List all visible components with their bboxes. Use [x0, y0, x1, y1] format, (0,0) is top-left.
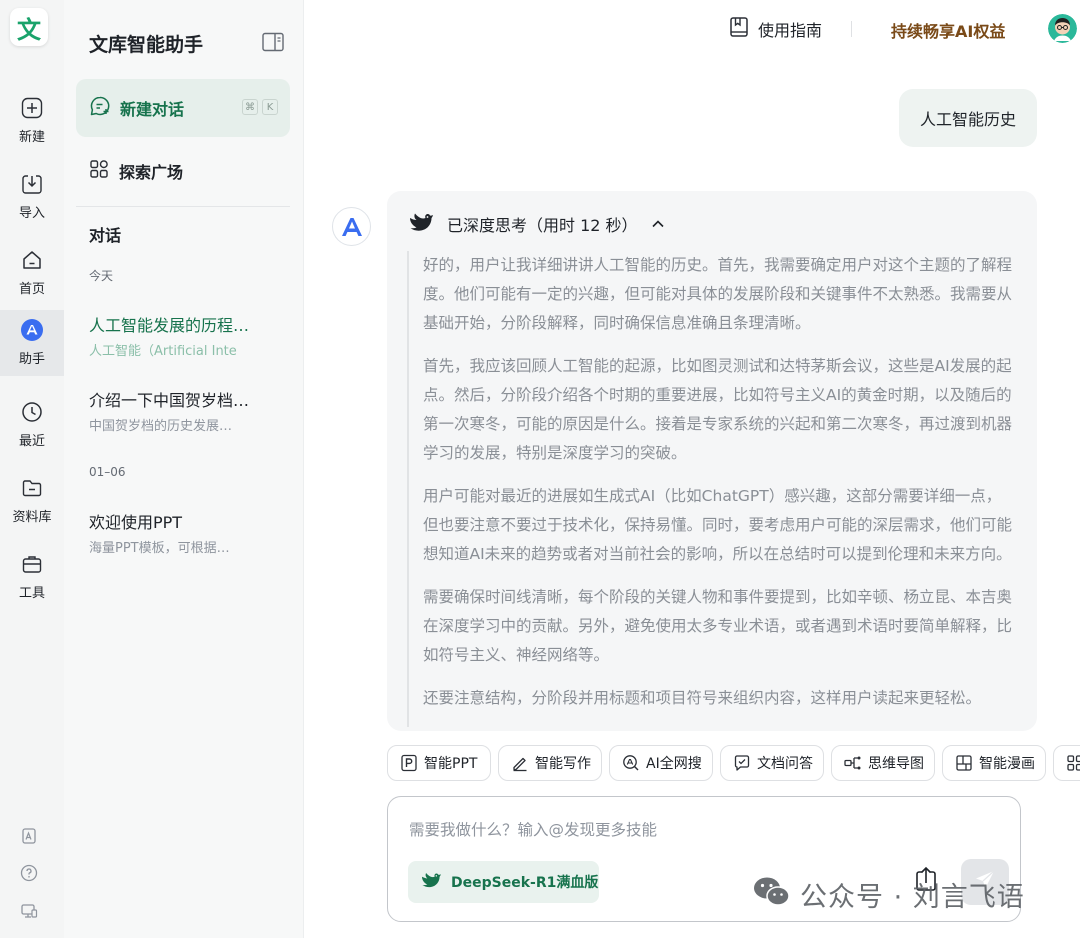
grid-icon — [1066, 754, 1080, 772]
rail-item-library[interactable]: 资料库 — [0, 468, 64, 534]
skill-writing-button[interactable]: 智能写作 — [498, 745, 602, 781]
conversation-subtitle: 海量PPT模板，可根据… — [89, 541, 230, 556]
mindmap-icon — [844, 754, 862, 772]
deepseek-whale-icon — [419, 871, 443, 893]
thinking-paragraph: 需要确保时间线清晰，每个阶段的关键人物和事件要提到，比如辛顿、杨立昆、本吉奥在深… — [423, 588, 1013, 664]
skill-ppt-button[interactable]: 智能PPT — [387, 745, 491, 781]
app-logo[interactable]: 文 — [10, 8, 48, 46]
conversation-item[interactable]: 人工智能发展的历程… 人工智能（Artificial Inte — [76, 310, 290, 368]
skill-label: 思维导图 — [868, 756, 924, 772]
divider — [76, 206, 290, 207]
date-group-label: 今天 — [89, 269, 114, 283]
conversation-subtitle: 人工智能（Artificial Inte — [89, 344, 237, 359]
rail-item-recent[interactable]: 最近 — [0, 392, 64, 458]
conversation-title: 欢迎使用PPT — [89, 513, 183, 532]
rail-item-home[interactable]: 首页 — [0, 240, 64, 306]
conversation-item[interactable]: 介绍一下中国贺岁档… 中国贺岁档的历史发展… — [76, 385, 290, 443]
section-title: 对话 — [89, 226, 122, 245]
skill-label: 智能PPT — [424, 756, 478, 772]
sidebar-title: 文库智能助手 — [89, 34, 204, 56]
sidebar: 文库智能助手 新建对话 ⌘ K 探索广场 对话 今天 人工智能发展的历程… 人工… — [64, 0, 304, 938]
guide-label: 使用指南 — [758, 21, 823, 40]
premium-link[interactable]: 持续畅享AI权益 — [891, 18, 1005, 42]
shortcut-key: ⌘ — [242, 99, 258, 115]
folder-icon — [20, 476, 44, 500]
comic-icon — [955, 754, 973, 772]
assistant-avatar — [332, 207, 371, 246]
message-input[interactable] — [409, 819, 989, 841]
shortcut-key: K — [262, 99, 278, 115]
skill-label: 文档问答 — [757, 756, 813, 772]
guide-button[interactable]: 使用指南 — [728, 16, 822, 42]
rail-item-label: 最近 — [18, 434, 45, 449]
new-chat-icon — [89, 95, 111, 121]
rail-item-label: 导入 — [18, 206, 45, 221]
assistant-answer-card: 已深度思考（用时 12 秒） 好的，用户让我详细讲讲人工智能的历史。首先，我需要… — [387, 191, 1037, 731]
watermark-text: 公众号 · 刘言飞语 — [800, 881, 1025, 913]
plus-icon — [20, 96, 44, 120]
doc-qa-icon — [733, 754, 751, 772]
thinking-paragraph: 首先，我应该回顾人工智能的起源，比如图灵测试和达特茅斯会议，这些是AI发展的起点… — [423, 357, 1013, 462]
conversation-subtitle: 中国贺岁档的历史发展… — [89, 419, 233, 434]
conversation-item[interactable]: 欢迎使用PPT 海量PPT模板，可根据… — [76, 507, 290, 565]
rail-item-label: 工具 — [18, 586, 45, 601]
ppt-icon — [400, 754, 418, 772]
chevron-up-icon — [650, 216, 666, 232]
skill-label: AI全网搜 — [646, 756, 702, 772]
pen-icon — [511, 754, 529, 772]
wechat-icon — [752, 875, 792, 913]
document-icon[interactable] — [19, 826, 39, 846]
rail-item-import[interactable]: 导入 — [0, 164, 64, 230]
skill-more-button[interactable] — [1053, 745, 1080, 781]
date-group-label: 01–06 — [89, 465, 126, 479]
user-avatar[interactable] — [1048, 14, 1077, 43]
conversation-title: 介绍一下中国贺岁档… — [89, 391, 250, 410]
assistant-icon — [20, 318, 44, 342]
rail-item-tools[interactable]: 工具 — [0, 544, 64, 610]
help-icon[interactable] — [19, 863, 39, 883]
thinking-paragraph: 好的，用户让我详细讲讲人工智能的历史。首先，我需要确定用户对这个主题的了解程度。… — [423, 256, 1013, 332]
skill-bar: 智能PPT 智能写作 AI全网搜 文档问答 思维导图 智能漫画 — [387, 745, 1080, 781]
thinking-status: 已深度思考（用时 12 秒） — [447, 216, 638, 235]
grid-icon — [89, 159, 109, 183]
model-label: DeepSeek-R1满血版 — [451, 875, 599, 891]
model-selector[interactable]: DeepSeek-R1满血版 — [408, 861, 599, 903]
new-chat-label: 新建对话 — [120, 100, 185, 119]
toolbox-icon — [20, 552, 44, 576]
thinking-content: 好的，用户让我详细讲讲人工智能的历史。首先，我需要确定用户对这个主题的了解程度。… — [407, 251, 1015, 727]
explore-label: 探索广场 — [119, 163, 184, 182]
book-icon — [728, 16, 750, 42]
device-icon[interactable] — [19, 901, 39, 921]
skill-mindmap-button[interactable]: 思维导图 — [831, 745, 935, 781]
skill-label: 智能漫画 — [979, 756, 1035, 772]
rail-item-label: 助手 — [18, 352, 45, 367]
ai-search-icon — [622, 754, 640, 772]
thinking-paragraph: 还要注意结构，分阶段并用标题和项目符号来组织内容，这样用户读起来更轻松。 — [423, 689, 982, 707]
rail-item-label: 新建 — [18, 130, 45, 145]
conversation-title: 人工智能发展的历程… — [89, 316, 250, 335]
thinking-toggle[interactable]: 已深度思考（用时 12 秒） — [407, 212, 666, 236]
skill-search-button[interactable]: AI全网搜 — [609, 745, 713, 781]
rail-item-label: 资料库 — [12, 510, 52, 525]
skill-comic-button[interactable]: 智能漫画 — [942, 745, 1046, 781]
shortcut-hint: ⌘ K — [242, 99, 278, 115]
explore-button[interactable]: 探索广场 — [76, 150, 290, 192]
import-icon — [20, 172, 44, 196]
rail-item-assistant[interactable]: 助手 — [0, 310, 64, 376]
nav-rail: 文 新建 导入 首页 助手 最近 资料库 工具 — [0, 0, 64, 938]
skill-docqa-button[interactable]: 文档问答 — [720, 745, 824, 781]
thinking-paragraph: 用户可能对最近的进展如生成式AI（比如ChatGPT）感兴趣，这部分需要详细一点… — [423, 487, 1013, 563]
skill-label: 智能写作 — [535, 756, 591, 772]
sidebar-toggle-icon[interactable] — [262, 32, 284, 52]
clock-icon — [20, 400, 44, 424]
new-chat-button[interactable]: 新建对话 ⌘ K — [76, 79, 290, 137]
rail-item-new[interactable]: 新建 — [0, 88, 64, 154]
watermark: 公众号 · 刘言飞语 — [752, 875, 1025, 913]
header-divider — [851, 21, 852, 37]
user-message-bubble: 人工智能历史 — [899, 89, 1037, 147]
home-icon — [20, 248, 44, 272]
deepseek-whale-icon — [407, 211, 435, 237]
rail-item-label: 首页 — [18, 282, 45, 297]
